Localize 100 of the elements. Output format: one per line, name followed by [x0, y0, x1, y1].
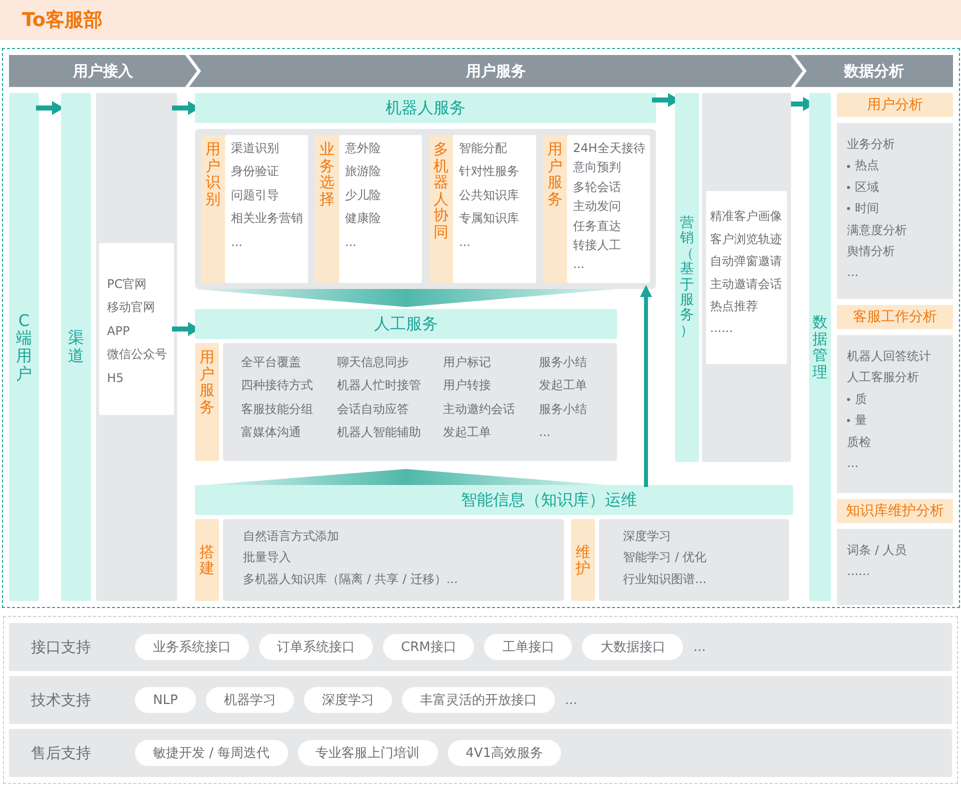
list-item: 服务小结 — [539, 402, 588, 416]
list-item: 多机器人知识库（隔离 / 共享 / 迁移）... — [243, 572, 459, 586]
support-label: 售后支持 — [31, 744, 92, 762]
list-item: 业务分析 — [847, 137, 896, 152]
channel-item: 微信公众号 — [107, 347, 168, 362]
list-item: 深度学习 — [623, 529, 672, 544]
list-item: 用户转接 — [443, 378, 492, 393]
list-item: 会话自动应答 — [337, 402, 410, 416]
list-item: 主动发问 — [573, 199, 622, 214]
group-label: 搭建 — [195, 519, 219, 601]
feature-tag: 大数据接口 — [582, 634, 684, 660]
feature-tag: CRM接口 — [383, 634, 474, 660]
list-item: 发起工单 — [443, 425, 492, 440]
channel-item: PC官网 — [107, 277, 148, 292]
list-item: ... — [847, 456, 860, 470]
list-item: 批量导入 — [243, 550, 292, 565]
list-item: 质检 — [847, 434, 872, 449]
list-item: ... — [573, 257, 586, 272]
channel-item: H5 — [107, 370, 125, 385]
data-management-column: 数据管理 — [809, 93, 831, 601]
phase-banner: 数据分析 — [794, 55, 953, 87]
list-item: 自然语言方式添加 — [243, 529, 340, 544]
list-item: 智能分配 — [459, 141, 508, 156]
list-item: 发起工单 — [539, 378, 588, 393]
group-label: 用户识别 — [201, 135, 225, 283]
feature-tag: 机器学习 — [206, 687, 294, 713]
support-label: 技术支持 — [31, 690, 92, 710]
section-heading: 知识库维护分析 — [837, 499, 953, 523]
bullet-item: 时间 — [847, 201, 953, 216]
list-item: 机器人忙时接管 — [337, 378, 422, 393]
list-item: 精准客户画像 — [710, 209, 783, 224]
list-item: 智能学习 / 优化 — [623, 550, 708, 565]
list-item: 词条 / 人员 — [847, 543, 908, 558]
list-item: 机器人回答统计 — [847, 349, 932, 364]
group-label: 用户服务 — [195, 343, 219, 461]
list-item: ... — [459, 234, 472, 249]
section-heading: 用户分析 — [837, 93, 953, 117]
more-text: ... — [564, 692, 578, 708]
list-item: 行业知识图谱... — [623, 572, 708, 586]
list-item: 主动邀约会话 — [443, 402, 516, 416]
list-item: 机器人智能辅助 — [337, 425, 422, 440]
list-item: 意向预判 — [573, 160, 622, 175]
robot-service-bar: 机器人服务 — [195, 93, 656, 123]
list-item: 24H全天接待 — [573, 141, 646, 156]
list-item: 身份验证 — [231, 164, 280, 179]
list-item: 旅游险 — [345, 164, 382, 179]
feature-tag: 订单系统接口 — [259, 634, 373, 660]
list-item: 客服技能分组 — [241, 402, 314, 416]
knowledge-ops-bar: 智能信息（知识库）运维 — [195, 485, 793, 515]
list-item: 满意度分析 — [847, 222, 908, 237]
list-item: 舆情分析 — [847, 244, 896, 258]
right-arrow-icon — [36, 101, 64, 115]
list-item: 公共知识库 — [459, 188, 520, 202]
group-label: 用户服务 — [543, 135, 567, 283]
list-item: 自动弹窗邀请 — [710, 254, 783, 268]
support-label: 接口支持 — [31, 638, 92, 656]
list-item: 任务直达 — [573, 218, 622, 233]
list-item: 全平台覆盖 — [241, 355, 302, 370]
marketing-column: 营销（基于服务） — [675, 93, 699, 462]
list-item: ...... — [710, 321, 734, 336]
channel-column: 渠道 — [61, 93, 91, 601]
phase-banner: 用户接入 — [9, 55, 198, 87]
bullet-item: 质 — [847, 392, 953, 406]
list-item: 意外险 — [345, 141, 382, 156]
list-item: ... — [847, 265, 860, 280]
feature-tag: 敏捷开发 / 每周迭代 — [135, 740, 288, 766]
list-item: 聊天信息同步 — [337, 355, 410, 370]
manual-service-bar: 人工服务 — [195, 309, 617, 339]
list-item: 用户标记 — [443, 355, 492, 370]
list-item: 服务小结 — [539, 355, 588, 370]
list-item: ... — [539, 425, 552, 440]
section-heading: 客服工作分析 — [837, 305, 953, 329]
group-label: 多机器人协同 — [429, 135, 453, 283]
feature-tag: 丰富灵活的开放接口 — [402, 687, 555, 713]
more-text: ... — [693, 640, 706, 654]
bullet-item: 量 — [847, 413, 953, 428]
feature-tag: 深度学习 — [304, 687, 392, 713]
list-item: ... — [231, 234, 244, 249]
list-item: 渠道识别 — [231, 141, 280, 156]
list-item: 问题引导 — [231, 188, 280, 202]
group-label: 维护 — [571, 519, 595, 601]
list-item: 人工客服分析 — [847, 370, 920, 385]
list-item: 多轮会话 — [573, 180, 622, 194]
list-item: 转接人工 — [573, 238, 622, 252]
channel-item: APP — [107, 324, 131, 338]
phase-banner: 用户服务 — [189, 55, 803, 87]
user-column: C端用户 — [9, 93, 39, 601]
list-item: 少儿险 — [345, 188, 382, 202]
channel-item: 移动官网 — [107, 300, 156, 315]
feature-tag: 4V1高效服务 — [448, 740, 562, 766]
feature-tag: NLP — [135, 687, 196, 713]
feature-tag: 工单接口 — [484, 634, 572, 660]
feature-tag: 业务系统接口 — [135, 634, 249, 660]
bullet-item: 热点 — [847, 158, 953, 173]
list-item: 相关业务营销 — [231, 211, 304, 226]
list-item: 专属知识库 — [459, 211, 520, 226]
list-item: 健康险 — [345, 211, 382, 226]
list-item: ... — [345, 234, 358, 249]
page-title: To客服部 — [22, 8, 102, 33]
list-item: 针对性服务 — [459, 164, 520, 179]
